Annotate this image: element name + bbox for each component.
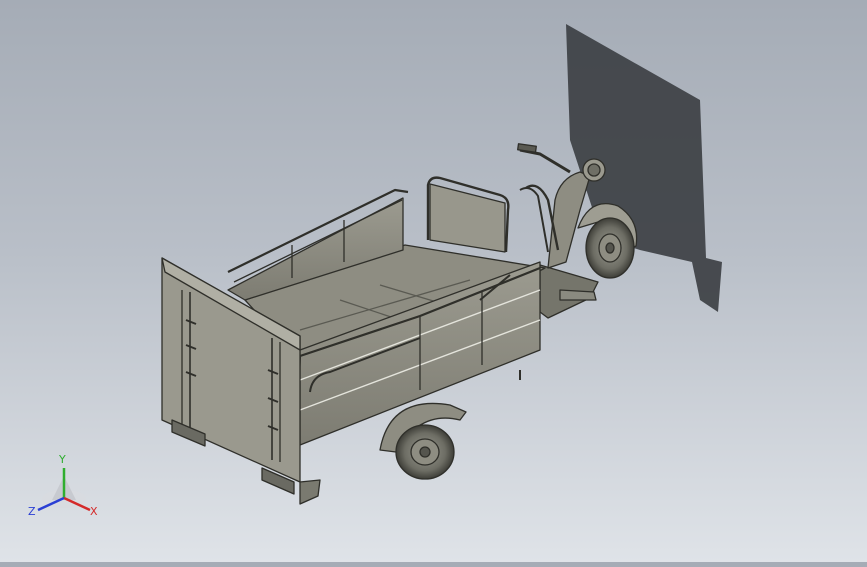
coordinate-triad[interactable]: Y X Z	[28, 453, 98, 518]
cargo-tricycle-model[interactable]	[161, 143, 638, 505]
z-axis-label: Z	[28, 505, 36, 518]
y-axis-label: Y	[58, 453, 66, 466]
x-axis-label: X	[90, 505, 98, 518]
cad-viewport[interactable]: Y X Z	[0, 0, 867, 562]
